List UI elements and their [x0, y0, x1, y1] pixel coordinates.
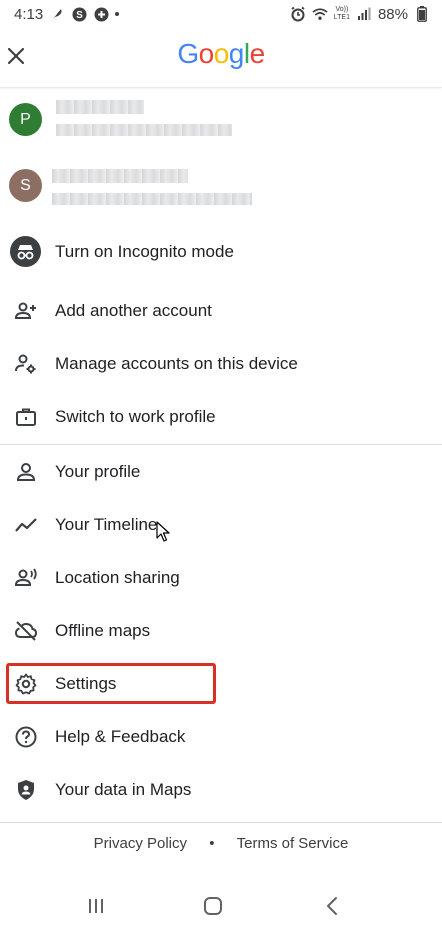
recent-apps-icon — [89, 899, 103, 913]
footer-separator: • — [209, 835, 215, 852]
menu-label: Switch to work profile — [55, 406, 216, 426]
menu-item-your-profile[interactable]: Your profile — [0, 445, 442, 498]
back-chevron-icon — [327, 897, 337, 915]
menu-label: Turn on Incognito mode — [55, 241, 234, 261]
menu-label: Your profile — [55, 461, 141, 481]
menu-item-help-feedback[interactable]: Help & Feedback — [0, 710, 442, 763]
home-icon — [204, 897, 222, 915]
status-time: 4:13 — [14, 5, 44, 23]
volte-label: Vo)) LTE1 — [333, 6, 350, 21]
blurred-account-email — [52, 193, 252, 205]
menu-label: Add another account — [55, 300, 212, 320]
divider — [0, 822, 442, 823]
google-logo: Google — [177, 38, 265, 69]
menu-item-your-data[interactable]: Your data in Maps — [0, 763, 442, 816]
status-left: 4:13 S — [14, 5, 120, 23]
wifi-icon — [312, 6, 328, 22]
menu-label: Manage accounts on this device — [55, 353, 298, 373]
incognito-icon — [10, 236, 41, 267]
battery-icon — [414, 6, 430, 22]
help-icon — [13, 724, 39, 750]
feather-icon — [49, 6, 65, 22]
menu-item-work-profile[interactable]: Switch to work profile — [0, 390, 442, 443]
briefcase-icon — [13, 404, 39, 430]
back-button[interactable] — [318, 892, 346, 920]
more-notifications-dot — [115, 12, 120, 16]
footer: Privacy Policy • Terms of Service — [0, 835, 442, 852]
menu-label: Help & Feedback — [55, 726, 186, 746]
blurred-account-email — [56, 124, 232, 136]
menu-item-incognito[interactable]: Turn on Incognito mode — [0, 225, 442, 278]
blurred-account-name — [52, 169, 188, 183]
skype-icon: S — [71, 6, 87, 22]
shield-person-icon — [13, 777, 39, 803]
status-bar: 4:13 S Vo)) LTE1 88% — [0, 0, 442, 28]
avatar: P — [9, 103, 42, 136]
menu-label: Offline maps — [55, 620, 151, 640]
privacy-policy-link[interactable]: Privacy Policy — [94, 835, 187, 852]
signal-icon — [356, 6, 372, 22]
alarm-icon — [290, 6, 306, 22]
blurred-account-name — [56, 100, 144, 114]
timeline-icon — [13, 512, 39, 538]
menu-item-add-account[interactable]: Add another account — [0, 284, 442, 337]
account-item-s[interactable]: S — [0, 155, 442, 215]
system-nav-bar — [0, 880, 442, 932]
menu-label: Location sharing — [55, 567, 180, 587]
home-button[interactable] — [199, 892, 227, 920]
add-person-icon — [13, 298, 39, 324]
svg-text:S: S — [76, 10, 83, 21]
manage-accounts-icon — [13, 351, 39, 377]
header: Google — [0, 28, 442, 88]
location-sharing-icon — [13, 565, 39, 591]
menu-item-manage-accounts[interactable]: Manage accounts on this device — [0, 337, 442, 390]
settings-highlight-box — [6, 663, 216, 704]
recent-apps-button[interactable] — [82, 892, 110, 920]
battery-percent: 88% — [377, 5, 408, 23]
menu-item-offline-maps[interactable]: Offline maps — [0, 604, 442, 657]
status-right: Vo)) LTE1 88% — [290, 6, 430, 23]
menu-label: Your Timeline — [55, 514, 158, 534]
person-icon — [13, 459, 39, 485]
cloud-off-icon — [13, 618, 39, 644]
menu-item-your-timeline[interactable]: Your Timeline — [0, 498, 442, 551]
account-item-p[interactable]: P — [0, 92, 442, 152]
app-notification-icon — [93, 6, 109, 22]
menu-label: Your data in Maps — [55, 779, 192, 799]
avatar: S — [9, 169, 42, 202]
menu-item-location-sharing[interactable]: Location sharing — [0, 551, 442, 604]
terms-of-service-link[interactable]: Terms of Service — [237, 835, 349, 852]
mouse-cursor-icon — [156, 521, 170, 542]
